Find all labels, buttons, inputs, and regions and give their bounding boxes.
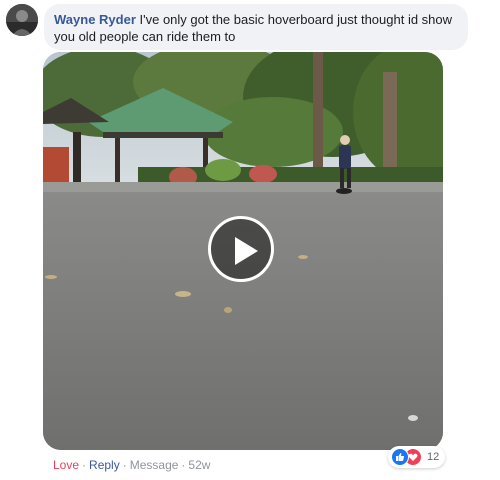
like-icon (391, 448, 409, 466)
reactions-summary[interactable]: 12 (388, 446, 446, 468)
separator: · (82, 458, 87, 472)
separator: · (122, 458, 127, 472)
comment-actions: Love · Reply · Message · 52w (53, 457, 210, 473)
timestamp[interactable]: 52w (188, 458, 210, 472)
comment-author[interactable]: Wayne Ryder (54, 12, 136, 27)
play-icon (235, 237, 258, 265)
play-button[interactable] (208, 216, 274, 282)
reaction-count: 12 (427, 451, 440, 463)
separator: · (181, 458, 186, 472)
avatar-photo (6, 4, 38, 36)
comment-item: Wayne Ryder I've only got the basic hove… (0, 0, 500, 480)
comment-bubble: Wayne Ryder I've only got the basic hove… (44, 4, 468, 50)
reply-link[interactable]: Reply (89, 458, 120, 472)
avatar[interactable] (6, 4, 38, 36)
video-player[interactable] (43, 52, 443, 450)
message-link[interactable]: Message (130, 458, 179, 472)
love-link[interactable]: Love (53, 458, 79, 472)
